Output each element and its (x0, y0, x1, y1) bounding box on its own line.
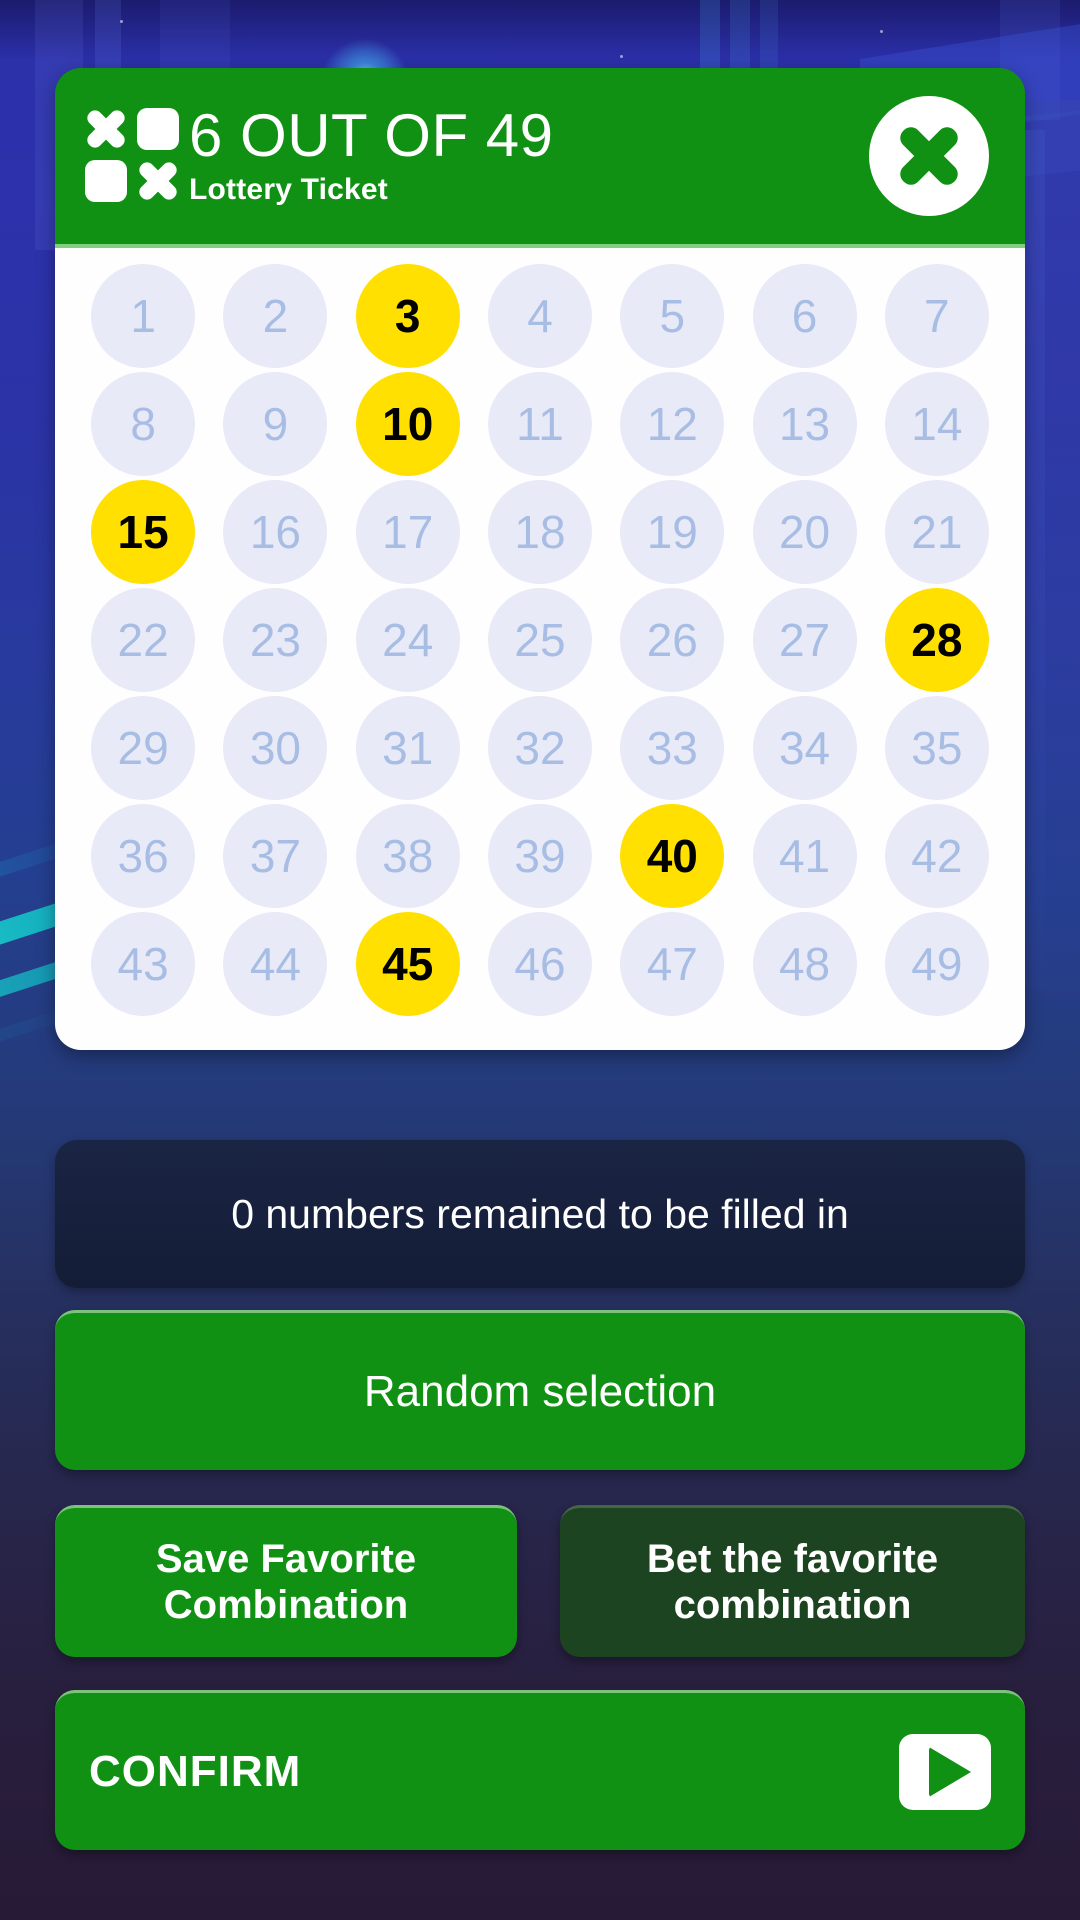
number-ball-13[interactable]: 13 (752, 372, 857, 476)
number-ball-49[interactable]: 49 (884, 912, 989, 1016)
page-subtitle: Lottery Ticket (189, 172, 388, 206)
number-ball-17[interactable]: 17 (355, 480, 460, 584)
save-favorite-label: Save Favorite Combination (155, 1536, 417, 1627)
number-ball-10[interactable]: 10 (355, 372, 460, 476)
number-ball-23[interactable]: 23 (223, 588, 328, 692)
number-ball-43[interactable]: 43 (91, 912, 196, 1016)
number-ball-32[interactable]: 32 (487, 696, 592, 800)
confirm-label: CONFIRM (89, 1746, 302, 1796)
ticket-header: 6 OUT OF 49 Lottery Ticket (55, 68, 1025, 248)
number-grid-panel: 1 2 3 4 5 6 7 8 9 10 11 12 13 14 15 16 17 18 19 20 21 22 23 24 2… (55, 248, 1025, 1050)
number-ball-22[interactable]: 22 (91, 588, 196, 692)
number-ball-47[interactable]: 47 (620, 912, 725, 1016)
number-ball-30[interactable]: 30 (223, 696, 328, 800)
number-ball-7[interactable]: 7 (884, 264, 989, 368)
logo-x-mark (137, 160, 179, 202)
number-ball-21[interactable]: 21 (884, 480, 989, 584)
status-banner: 0 numbers remained to be filled in (55, 1140, 1025, 1288)
logo-square (85, 160, 127, 202)
confirm-button[interactable]: CONFIRM (55, 1690, 1025, 1850)
number-ball-37[interactable]: 37 (223, 804, 328, 908)
bet-favorite-label: Bet the favorite combination (646, 1536, 939, 1627)
background-column (1030, 100, 1080, 1000)
number-ball-1[interactable]: 1 (91, 264, 196, 368)
number-ball-35[interactable]: 35 (884, 696, 989, 800)
logo-square (137, 108, 179, 150)
play-icon (899, 1733, 991, 1810)
random-selection-label: Random selection (363, 1366, 717, 1416)
background-star (120, 20, 123, 23)
number-ball-5[interactable]: 5 (620, 264, 725, 368)
number-ball-15[interactable]: 15 (91, 480, 196, 584)
random-selection-button[interactable]: Random selection (55, 1310, 1025, 1470)
number-ball-11[interactable]: 11 (487, 372, 592, 476)
play-triangle (929, 1746, 971, 1797)
number-grid: 1 2 3 4 5 6 7 8 9 10 11 12 13 14 15 16 17 18 19 20 21 22 23 24 2… (77, 264, 1003, 1016)
number-ball-25[interactable]: 25 (487, 588, 592, 692)
number-ball-38[interactable]: 38 (355, 804, 460, 908)
number-ball-41[interactable]: 41 (752, 804, 857, 908)
number-ball-36[interactable]: 36 (91, 804, 196, 908)
number-ball-6[interactable]: 6 (752, 264, 857, 368)
number-ball-9[interactable]: 9 (223, 372, 328, 476)
background-star (620, 55, 623, 58)
number-ball-4[interactable]: 4 (487, 264, 592, 368)
number-ball-31[interactable]: 31 (355, 696, 460, 800)
number-ball-27[interactable]: 27 (752, 588, 857, 692)
number-ball-3[interactable]: 3 (355, 264, 460, 368)
number-ball-45[interactable]: 45 (355, 912, 460, 1016)
number-ball-42[interactable]: 42 (884, 804, 989, 908)
number-ball-28[interactable]: 28 (884, 588, 989, 692)
number-ball-34[interactable]: 34 (752, 696, 857, 800)
close-icon[interactable] (869, 96, 989, 216)
page-title: 6 OUT OF 49 (189, 102, 554, 170)
number-ball-39[interactable]: 39 (487, 804, 592, 908)
number-ball-40[interactable]: 40 (620, 804, 725, 908)
number-ball-8[interactable]: 8 (91, 372, 196, 476)
save-favorite-combination-button[interactable]: Save Favorite Combination (55, 1505, 517, 1657)
number-ball-29[interactable]: 29 (91, 696, 196, 800)
number-ball-16[interactable]: 16 (223, 480, 328, 584)
number-ball-26[interactable]: 26 (620, 588, 725, 692)
bet-favorite-combination-button[interactable]: Bet the favorite combination (560, 1505, 1025, 1657)
number-ball-24[interactable]: 24 (355, 588, 460, 692)
lottery-grid-icon (85, 108, 181, 204)
background-star (880, 30, 883, 33)
number-ball-14[interactable]: 14 (884, 372, 989, 476)
lottery-ticket-card: 6 OUT OF 49 Lottery Ticket 1 2 3 4 5 6 7 8 9 10 11… (55, 68, 1025, 1050)
number-ball-48[interactable]: 48 (752, 912, 857, 1016)
number-ball-12[interactable]: 12 (620, 372, 725, 476)
logo-x-mark (85, 108, 127, 150)
number-ball-33[interactable]: 33 (620, 696, 725, 800)
number-ball-20[interactable]: 20 (752, 480, 857, 584)
number-ball-46[interactable]: 46 (487, 912, 592, 1016)
number-ball-2[interactable]: 2 (223, 264, 328, 368)
header-titles: 6 OUT OF 49 Lottery Ticket (189, 105, 869, 206)
number-ball-44[interactable]: 44 (223, 912, 328, 1016)
number-ball-19[interactable]: 19 (620, 480, 725, 584)
number-ball-18[interactable]: 18 (487, 480, 592, 584)
status-message: 0 numbers remained to be filled in (231, 1190, 849, 1237)
